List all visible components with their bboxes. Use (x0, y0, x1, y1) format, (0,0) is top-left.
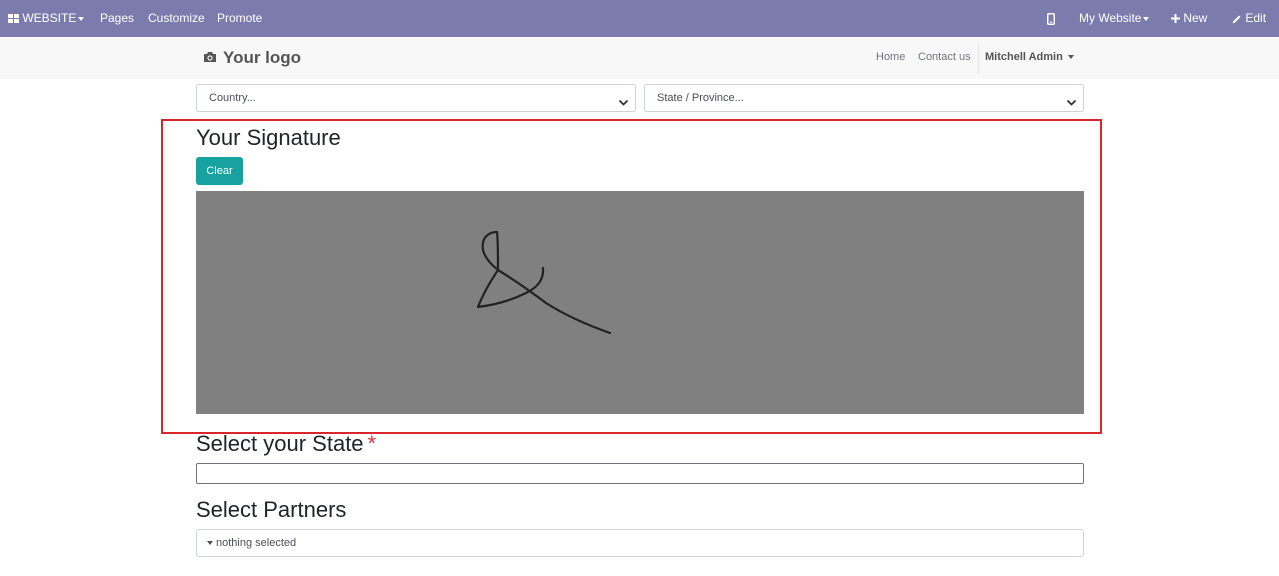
partners-multiselect[interactable]: nothing selected (196, 529, 1084, 557)
country-select-value: Country... (209, 92, 256, 104)
chevron-down-icon (618, 92, 629, 118)
customize-menu[interactable]: Customize (148, 0, 205, 37)
mobile-preview-button[interactable] (1047, 0, 1055, 37)
apps-grid-icon (8, 11, 22, 25)
chevron-down-icon (1143, 16, 1150, 21)
site-header: Your logo Home Contact us Mitchell Admin (0, 37, 1279, 79)
select-state-title: Select your State * (196, 431, 376, 457)
user-name: Mitchell Admin (985, 51, 1063, 63)
required-asterisk: * (367, 431, 377, 456)
edit-button[interactable]: Edit (1232, 0, 1266, 37)
my-website-label: My Website (1079, 11, 1142, 25)
chevron-down-icon (1067, 55, 1074, 60)
chevron-down-icon (1066, 92, 1077, 118)
pages-menu[interactable]: Pages (100, 0, 134, 37)
signature-pad[interactable] (196, 191, 1084, 414)
nav-contact-link[interactable]: Contact us (918, 51, 971, 63)
signature-stroke (476, 230, 612, 335)
promote-menu[interactable]: Promote (217, 0, 262, 37)
chevron-down-icon (78, 16, 85, 21)
edit-label: Edit (1245, 11, 1267, 25)
select-partners-title: Select Partners (196, 497, 347, 522)
nav-divider (978, 42, 979, 74)
signature-title: Your Signature (196, 125, 341, 150)
clear-signature-button[interactable]: Clear (196, 157, 243, 185)
new-button[interactable]: New (1171, 0, 1207, 37)
logo-text: Your logo (223, 48, 302, 67)
caret-down-icon (207, 541, 213, 546)
state-province-select-value: State / Province... (657, 92, 744, 104)
country-select[interactable]: Country... (196, 84, 636, 112)
plus-icon (1171, 11, 1183, 25)
website-menu-label: WEBSITE (22, 11, 77, 25)
state-input[interactable] (196, 463, 1084, 484)
nav-home-link[interactable]: Home (876, 51, 905, 63)
user-menu[interactable]: Mitchell Admin (985, 51, 1074, 63)
admin-topbar: WEBSITE Pages Customize Promote My Websi… (0, 0, 1279, 37)
site-logo[interactable]: Your logo (203, 48, 301, 68)
new-label: New (1183, 11, 1208, 25)
mobile-preview-icon (1047, 11, 1055, 25)
state-province-select[interactable]: State / Province... (644, 84, 1084, 112)
camera-icon (203, 48, 217, 68)
my-website-menu[interactable]: My Website (1079, 0, 1150, 37)
partners-multiselect-value: nothing selected (216, 537, 297, 549)
select-state-title-text: Select your State (196, 431, 364, 456)
pencil-icon (1232, 11, 1245, 25)
website-menu[interactable]: WEBSITE (8, 0, 85, 37)
